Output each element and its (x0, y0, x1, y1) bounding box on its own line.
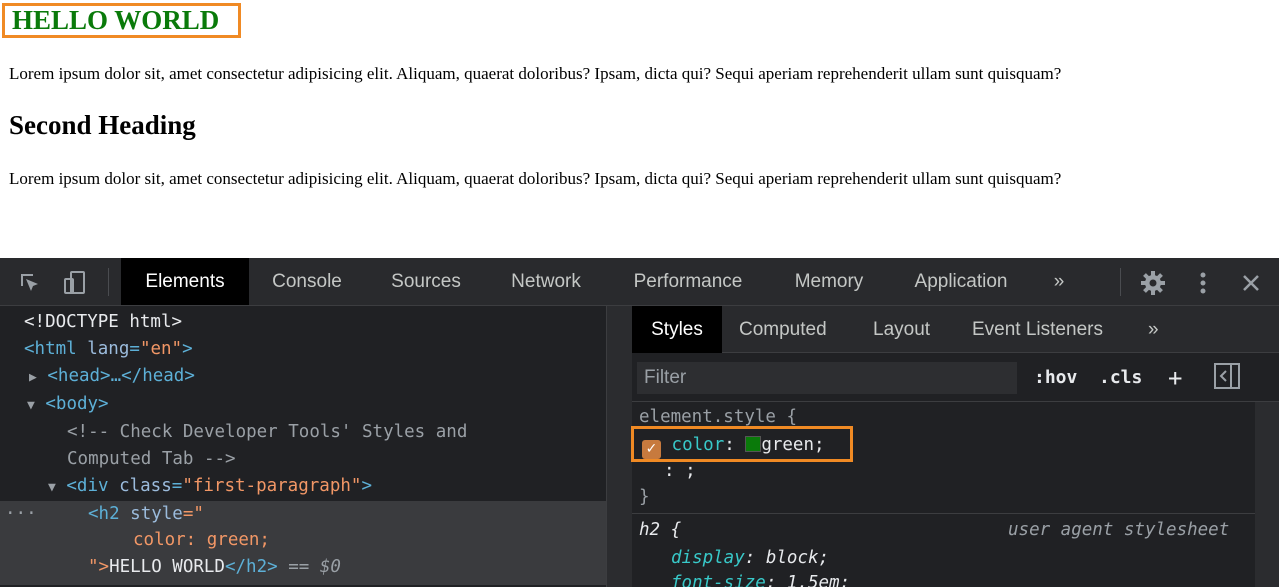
device-toggle-icon[interactable] (62, 270, 88, 296)
h2-close-tag: </h2> (224, 557, 278, 577)
filter-row: Filter :hov .cls + (632, 354, 1279, 402)
tab-sources[interactable]: Sources (376, 258, 476, 305)
rendered-page: HELLO WORLD Lorem ipsum dolor sit, amet … (0, 0, 1279, 258)
subtab-computed[interactable]: Computed (739, 306, 827, 353)
doctype-text: <!DOCTYPE html> (24, 312, 183, 332)
cls-button[interactable]: .cls (1099, 362, 1142, 394)
h2-line-1: <h2 style=" (88, 501, 204, 528)
html-attr: lang (87, 339, 130, 359)
first-paragraph: Lorem ipsum dolor sit, amet consectetur … (9, 64, 1062, 83)
styles-pane: Styles Computed Layout Event Listeners »… (631, 306, 1279, 587)
font-size-value: 1.5em; (786, 573, 851, 587)
toggle-sidebar-icon[interactable] (1214, 363, 1240, 389)
h2-line-2: color: green; (133, 527, 270, 554)
inspect-icon[interactable] (17, 270, 43, 296)
new-rule-button[interactable]: + (1168, 362, 1182, 394)
eq-sign: == (288, 557, 310, 577)
more-subtabs-button[interactable]: » (1148, 306, 1159, 353)
div-tag: <div (66, 476, 109, 496)
devtools-tabbar: Elements Console Sources Network Perform… (0, 258, 1279, 306)
tree-head[interactable]: ▶ <head>…</head> (29, 363, 195, 390)
hov-button[interactable]: :hov (1034, 362, 1077, 394)
font-size-declaration: font-size: 1.5em; (671, 570, 850, 587)
h2-style-text: color: green; (133, 530, 270, 550)
collapse-triangle-icon[interactable]: ▼ (48, 480, 56, 495)
tab-performance[interactable]: Performance (618, 258, 758, 305)
tabbar-divider (108, 268, 109, 296)
display-value: block; (765, 548, 830, 568)
div-attr-value: "first-paragraph" (182, 476, 362, 496)
subtab-event-listeners[interactable]: Event Listeners (972, 306, 1103, 353)
h2-attr-close: "> (88, 557, 110, 577)
tree-html[interactable]: <html lang="en"> (24, 336, 193, 363)
font-size-property: font-size (671, 573, 766, 587)
node-ellipsis[interactable]: ··· (5, 501, 37, 528)
tab-console[interactable]: Console (257, 258, 357, 305)
tree-body[interactable]: ▼ <body> (27, 391, 109, 418)
tabbar-divider-right (1120, 268, 1121, 296)
tree-comment-line1[interactable]: <!-- Check Developer Tools' Styles and (67, 419, 467, 446)
display-property: display (671, 548, 745, 568)
more-tabs-button[interactable]: » (1044, 258, 1074, 305)
expand-triangle-icon[interactable]: ▶ (29, 370, 37, 385)
div-attr: class (119, 476, 172, 496)
devtools-panel: Elements Console Sources Network Perform… (0, 258, 1279, 587)
html-close-bracket: > (182, 339, 193, 359)
close-icon[interactable] (1238, 270, 1264, 296)
tab-elements[interactable]: Elements (121, 258, 249, 305)
subtab-layout[interactable]: Layout (873, 306, 930, 353)
tree-comment-line2[interactable]: Computed Tab --> (67, 446, 236, 473)
tree-doctype[interactable]: <!DOCTYPE html> (24, 309, 182, 336)
comment-text-1: <!-- Check Developer Tools' Styles and (67, 422, 468, 442)
h2-tag: <h2 (88, 504, 120, 524)
body-tag: <body> (45, 394, 109, 414)
h2-text-content: HELLO WORLD (109, 557, 225, 577)
styles-subtabs: Styles Computed Layout Event Listeners » (632, 306, 1279, 353)
elements-tree: <!DOCTYPE html> <html lang="en"> ▶ <head… (0, 306, 606, 587)
second-heading: Second Heading (9, 110, 196, 140)
div-close-bracket: > (361, 476, 372, 496)
h2-line-3: ">HELLO WORLD</h2> == $0 (88, 554, 341, 581)
hello-world-heading: HELLO WORLD (2, 3, 241, 38)
tab-application[interactable]: Application (900, 258, 1022, 305)
element-style-close-brace: } (639, 487, 650, 507)
tab-network[interactable]: Network (496, 258, 596, 305)
panel-splitter[interactable] (606, 306, 632, 587)
tree-div[interactable]: ▼ <div class="first-paragraph"> (48, 473, 372, 500)
h2-attr-open: =" (182, 504, 204, 524)
html-attr-value: "en" (139, 339, 183, 359)
head-tag: <head>…</head> (47, 366, 195, 386)
collapse-triangle-icon[interactable]: ▼ (27, 398, 35, 413)
filter-input[interactable]: Filter (637, 362, 1017, 394)
user-agent-stylesheet-label: user agent stylesheet (1008, 520, 1230, 540)
comment-text-2: Computed Tab --> (67, 449, 236, 469)
styles-scrollbar[interactable] (1255, 402, 1279, 587)
ellipsis-icon: ··· (5, 504, 37, 524)
h2-attr: style (130, 504, 183, 524)
subtab-styles[interactable]: Styles (632, 306, 722, 353)
kebab-menu-icon[interactable] (1190, 270, 1216, 296)
html-tag: <html (24, 339, 77, 359)
h2-selector: h2 { (639, 520, 682, 540)
h2-ua-rule: h2 { user agent stylesheet display: bloc… (632, 514, 1255, 587)
second-paragraph: Lorem ipsum dolor sit, amet consectetur … (9, 169, 1062, 188)
highlight-box (631, 426, 853, 462)
tab-memory[interactable]: Memory (779, 258, 879, 305)
dollar-zero: $0 (319, 557, 341, 577)
display-declaration: display: block; (671, 548, 830, 568)
gear-icon[interactable] (1140, 270, 1166, 296)
